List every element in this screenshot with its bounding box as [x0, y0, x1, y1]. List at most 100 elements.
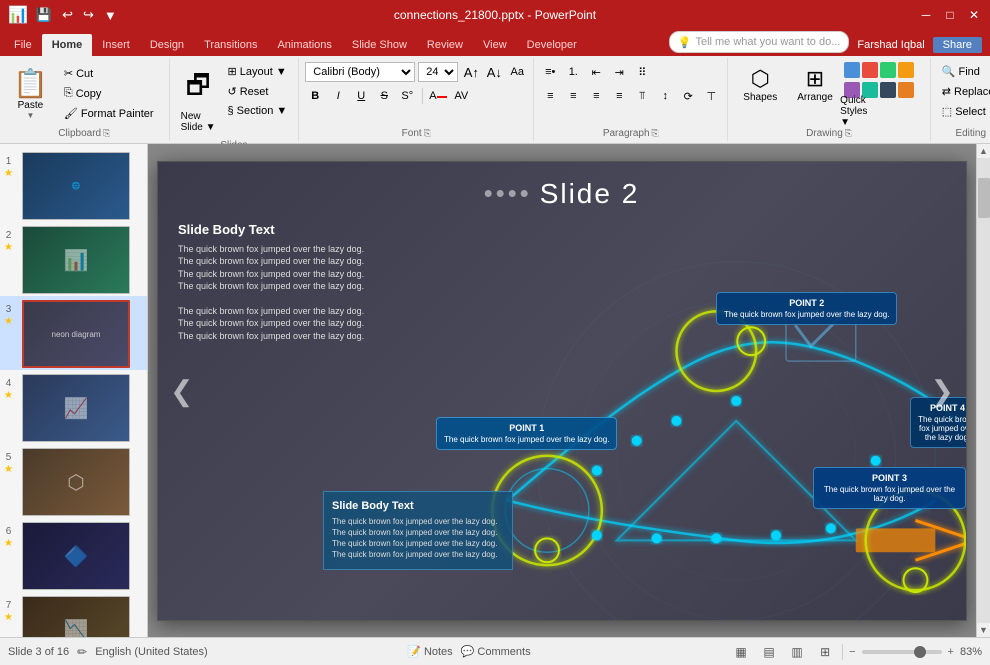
- slide-thumb-7[interactable]: 7 ★ 📉: [0, 592, 147, 637]
- text-shadow-button[interactable]: S°: [397, 86, 417, 106]
- customize-icon[interactable]: ▼: [102, 6, 119, 25]
- style-swatch-4[interactable]: [898, 62, 914, 78]
- tab-slideshow[interactable]: Slide Show: [342, 34, 417, 56]
- tab-review[interactable]: Review: [417, 34, 473, 56]
- format-painter-button[interactable]: 🖌 Format Painter: [59, 104, 159, 123]
- undo-icon[interactable]: ↩: [60, 5, 75, 25]
- align-left-button[interactable]: ≡: [540, 86, 560, 106]
- maximize-button[interactable]: □: [942, 7, 958, 23]
- increase-indent-button[interactable]: ⇥: [609, 62, 629, 82]
- section-button[interactable]: § Section ▼: [223, 102, 293, 120]
- decrease-indent-button[interactable]: ⇤: [586, 62, 606, 82]
- font-family-select[interactable]: Calibri (Body): [305, 62, 415, 82]
- bullets-button[interactable]: ≡•: [540, 62, 560, 82]
- style-swatch-8[interactable]: [898, 82, 914, 98]
- justify-button[interactable]: ≡: [609, 86, 629, 106]
- star-icon-5: ★: [4, 464, 13, 475]
- slide-thumb-2[interactable]: 2 ★ 📊: [0, 222, 147, 296]
- clipboard-dialog-icon[interactable]: ⎘: [103, 128, 110, 139]
- paste-button[interactable]: 📋 Paste ▼: [6, 62, 55, 125]
- close-button[interactable]: ✕: [966, 7, 982, 23]
- tab-home[interactable]: Home: [42, 34, 93, 56]
- clear-format-button[interactable]: Aa: [507, 62, 527, 82]
- notes-button[interactable]: 📝 Notes: [407, 645, 452, 658]
- star-icon-1: ★: [4, 168, 13, 179]
- point1-title: POINT 1: [444, 423, 609, 433]
- arrange-button[interactable]: ⊞ Arrange: [788, 62, 842, 107]
- align-right-button[interactable]: ≡: [586, 86, 606, 106]
- tab-insert[interactable]: Insert: [92, 34, 140, 56]
- reading-view-button[interactable]: ⊞: [814, 641, 836, 663]
- increase-font-button[interactable]: A↑: [461, 62, 481, 82]
- scroll-up-button[interactable]: ▲: [977, 144, 990, 158]
- font-color-button[interactable]: A: [428, 86, 448, 106]
- smart-art-button[interactable]: ⠿: [632, 62, 652, 82]
- numbering-button[interactable]: 1.: [563, 62, 583, 82]
- replace-button[interactable]: ⇄ Replace: [937, 82, 990, 101]
- star-icon-4: ★: [4, 390, 13, 401]
- tab-file[interactable]: File: [4, 34, 42, 56]
- slide-thumb-5[interactable]: 5 ★ ⬡: [0, 444, 147, 518]
- align-center-button[interactable]: ≡: [563, 86, 583, 106]
- slide-thumb-6[interactable]: 6 ★ 🔷: [0, 518, 147, 592]
- normal-view-button[interactable]: ▦: [730, 641, 752, 663]
- bold-button[interactable]: B: [305, 86, 325, 106]
- layout-button[interactable]: ⊞ Layout ▼: [223, 62, 293, 81]
- slide-sorter-button[interactable]: ▥: [786, 641, 808, 663]
- quick-styles-button[interactable]: Quick Styles ▼: [844, 101, 864, 121]
- redo-icon[interactable]: ↪: [81, 5, 96, 25]
- scroll-track[interactable]: [977, 158, 990, 623]
- char-spacing-button[interactable]: AV: [451, 86, 471, 106]
- style-swatch-2[interactable]: [862, 62, 878, 78]
- scroll-down-button[interactable]: ▼: [977, 623, 990, 637]
- paragraph-dialog-icon[interactable]: ⎘: [652, 128, 659, 139]
- font-size-select[interactable]: 24: [418, 62, 458, 82]
- slide-thumb-4[interactable]: 4 ★ 📈: [0, 370, 147, 444]
- zoom-in-button[interactable]: +: [948, 646, 954, 658]
- point-label-1: POINT 1 The quick brown fox jumped over …: [436, 417, 617, 450]
- comments-button[interactable]: 💬 Comments: [461, 645, 531, 658]
- tab-view[interactable]: View: [473, 34, 517, 56]
- slide-nav-left-button[interactable]: ❮: [170, 374, 193, 407]
- slide-nav-right-button[interactable]: ❯: [931, 374, 954, 407]
- minimize-button[interactable]: ─: [918, 7, 934, 23]
- underline-button[interactable]: U: [351, 86, 371, 106]
- font-dialog-icon[interactable]: ⎘: [424, 128, 431, 139]
- slide-thumb-1[interactable]: 1 ★ 🌐: [0, 148, 147, 222]
- text-direction-button[interactable]: ⟳: [678, 86, 698, 106]
- tab-design[interactable]: Design: [140, 34, 194, 56]
- strikethrough-button[interactable]: S: [374, 86, 394, 106]
- save-icon[interactable]: 💾: [34, 5, 54, 25]
- style-swatch-1[interactable]: [844, 62, 860, 78]
- reset-button[interactable]: ↺ Reset: [223, 82, 293, 101]
- tell-me-input[interactable]: 💡 Tell me what you want to do...: [669, 31, 850, 53]
- share-button[interactable]: Share: [933, 37, 982, 53]
- style-swatch-7[interactable]: [880, 82, 896, 98]
- window-controls: ─ □ ✕: [918, 7, 982, 23]
- zoom-out-button[interactable]: −: [849, 646, 855, 658]
- select-button[interactable]: ⬚ Select ▼: [937, 102, 990, 121]
- decrease-font-button[interactable]: A↓: [484, 62, 504, 82]
- find-button[interactable]: 🔍 Find: [937, 62, 990, 81]
- slide-thumb-3[interactable]: 3 ★ neon diagram: [0, 296, 147, 370]
- scroll-thumb[interactable]: [978, 178, 990, 218]
- slide-image-5: ⬡: [22, 448, 130, 516]
- new-slide-button[interactable]: 🗗 NewSlide ▼: [176, 62, 221, 138]
- zoom-level[interactable]: 83%: [960, 646, 982, 658]
- drawing-dialog-icon[interactable]: ⎘: [845, 128, 852, 139]
- slide-presentation[interactable]: ❮ ❯ Slide 2 Slide Body Text The quick br…: [157, 161, 967, 621]
- shapes-button[interactable]: ⬡ Shapes: [734, 62, 786, 107]
- style-swatch-3[interactable]: [880, 62, 896, 78]
- outline-view-button[interactable]: ▤: [758, 641, 780, 663]
- copy-button[interactable]: ⎘ Copy: [59, 84, 159, 103]
- status-icon[interactable]: ✏: [77, 645, 87, 659]
- align-text-button[interactable]: ⊤: [701, 86, 721, 106]
- columns-button[interactable]: ⫪: [632, 86, 652, 106]
- tab-developer[interactable]: Developer: [517, 34, 587, 56]
- tab-animations[interactable]: Animations: [267, 34, 341, 56]
- italic-button[interactable]: I: [328, 86, 348, 106]
- tab-transitions[interactable]: Transitions: [194, 34, 267, 56]
- cut-button[interactable]: ✂ Cut: [59, 64, 159, 83]
- line-spacing-button[interactable]: ↕: [655, 86, 675, 106]
- zoom-slider[interactable]: [862, 650, 942, 654]
